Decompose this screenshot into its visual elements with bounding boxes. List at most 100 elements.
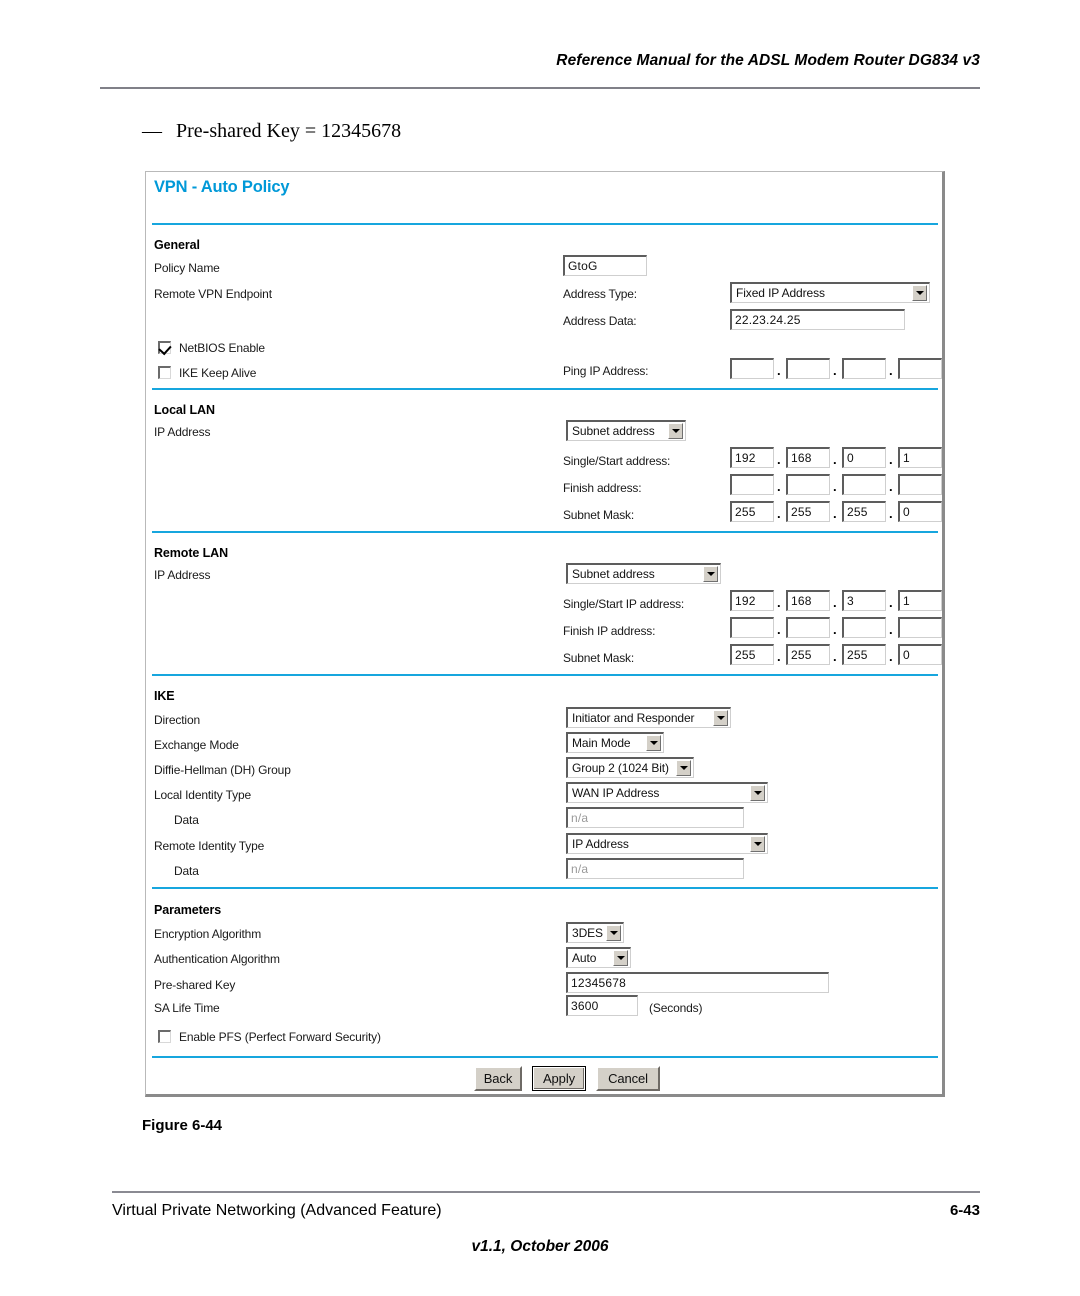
remote-lan-ip-mode-select[interactable]: Subnet address — [566, 563, 721, 584]
label-remote-finish-address: Finish IP address: — [563, 624, 656, 638]
local-lan-ip-mode-select[interactable]: Subnet address — [566, 420, 686, 441]
local-start-octet-2[interactable]: 168 — [786, 447, 830, 468]
octet-separator: . — [777, 506, 781, 521]
octet-separator: . — [833, 649, 837, 664]
preshared-key-input[interactable]: 12345678 — [566, 972, 829, 993]
section-heading-general: General — [154, 238, 200, 252]
local-finish-octet-2[interactable] — [786, 474, 830, 495]
authentication-algorithm-select[interactable]: Auto — [566, 947, 631, 968]
label-address-data: Address Data: — [563, 314, 637, 328]
policy-name-input[interactable]: GtoG — [563, 255, 647, 276]
exchange-mode-value: Main Mode — [572, 736, 631, 750]
remote-mask-octet-3[interactable]: 255 — [842, 644, 886, 665]
octet-separator: . — [833, 506, 837, 521]
label-netbios-enable: NetBIOS Enable — [179, 341, 265, 355]
remote-mask-octet-4[interactable]: 0 — [898, 644, 942, 665]
chevron-down-icon[interactable] — [646, 735, 661, 751]
apply-button[interactable]: Apply — [532, 1066, 586, 1091]
encryption-algorithm-select[interactable]: 3DES — [566, 922, 624, 943]
chevron-down-icon[interactable] — [912, 285, 927, 301]
remote-mask-octet-1[interactable]: 255 — [730, 644, 774, 665]
label-policy-name: Policy Name — [154, 261, 220, 275]
ping-ip-octet-2[interactable] — [786, 358, 830, 379]
cancel-button[interactable]: Cancel — [596, 1066, 660, 1091]
chevron-down-icon[interactable] — [668, 423, 683, 439]
divider-general — [152, 388, 938, 390]
figure-caption: Figure 6-44 — [142, 1117, 223, 1134]
local-mask-octet-2[interactable]: 255 — [786, 501, 830, 522]
netbios-enable-checkbox[interactable] — [158, 341, 171, 354]
local-finish-octet-1[interactable] — [730, 474, 774, 495]
chevron-down-icon[interactable] — [606, 925, 621, 941]
label-enable-pfs: Enable PFS (Perfect Forward Security) — [179, 1030, 381, 1044]
address-type-select[interactable]: Fixed IP Address — [730, 282, 930, 303]
back-button[interactable]: Back — [474, 1066, 522, 1091]
ping-ip-octet-4[interactable] — [898, 358, 942, 379]
octet-separator: . — [889, 506, 893, 521]
footer-page-number: 6-43 — [949, 1202, 980, 1219]
section-heading-local-lan: Local LAN — [154, 403, 215, 417]
ping-ip-octet-1[interactable] — [730, 358, 774, 379]
label-ping-ip-address: Ping IP Address: — [563, 364, 649, 378]
header-divider-rule — [100, 87, 980, 89]
local-finish-octet-4[interactable] — [898, 474, 942, 495]
remote-start-octet-3[interactable]: 3 — [842, 590, 886, 611]
chevron-down-icon[interactable] — [613, 950, 628, 966]
address-data-input[interactable]: 22.23.24.25 — [730, 309, 905, 330]
remote-finish-octet-2[interactable] — [786, 617, 830, 638]
divider-ike — [152, 887, 938, 889]
local-finish-octet-3[interactable] — [842, 474, 886, 495]
remote-start-octet-2[interactable]: 168 — [786, 590, 830, 611]
octet-separator: . — [833, 622, 837, 637]
local-mask-octet-1[interactable]: 255 — [730, 501, 774, 522]
section-heading-parameters: Parameters — [154, 903, 222, 917]
dh-group-select[interactable]: Group 2 (1024 Bit) — [566, 757, 694, 778]
label-direction: Direction — [154, 713, 200, 727]
local-start-octet-1[interactable]: 192 — [730, 447, 774, 468]
label-exchange-mode: Exchange Mode — [154, 738, 239, 752]
remote-finish-octet-3[interactable] — [842, 617, 886, 638]
bullet-text: Pre-shared Key = 12345678 — [176, 120, 402, 142]
remote-finish-octet-1[interactable] — [730, 617, 774, 638]
direction-select[interactable]: Initiator and Responder — [566, 707, 731, 728]
label-remote-start-address: Single/Start IP address: — [563, 597, 685, 611]
direction-value: Initiator and Responder — [572, 711, 695, 725]
ping-ip-octet-3[interactable] — [842, 358, 886, 379]
octet-separator: . — [889, 452, 893, 467]
sa-life-time-input[interactable]: 3600 — [566, 995, 638, 1016]
encryption-algorithm-value: 3DES — [572, 926, 603, 940]
octet-separator: . — [833, 363, 837, 378]
label-local-ip-address: IP Address — [154, 425, 211, 439]
label-remote-subnet-mask: Subnet Mask: — [563, 651, 634, 665]
bullet-item: — Pre-shared Key = 12345678 — [142, 120, 401, 143]
label-local-identity-type: Local Identity Type — [154, 788, 251, 802]
remote-start-octet-1[interactable]: 192 — [730, 590, 774, 611]
chevron-down-icon[interactable] — [713, 710, 728, 726]
local-mask-octet-4[interactable]: 0 — [898, 501, 942, 522]
remote-start-octet-4[interactable]: 1 — [898, 590, 942, 611]
label-remote-identity-data: Data — [174, 864, 199, 878]
local-lan-ip-mode-value: Subnet address — [572, 424, 655, 438]
enable-pfs-checkbox[interactable] — [158, 1030, 171, 1043]
remote-mask-octet-2[interactable]: 255 — [786, 644, 830, 665]
chevron-down-icon[interactable] — [703, 566, 718, 582]
octet-separator: . — [777, 622, 781, 637]
local-start-octet-3[interactable]: 0 — [842, 447, 886, 468]
label-local-start-address: Single/Start address: — [563, 454, 671, 468]
label-ike-keep-alive: IKE Keep Alive — [179, 366, 257, 380]
chevron-down-icon[interactable] — [750, 836, 765, 852]
remote-finish-octet-4[interactable] — [898, 617, 942, 638]
ike-keep-alive-checkbox[interactable] — [158, 366, 171, 379]
label-remote-vpn-endpoint: Remote VPN Endpoint — [154, 287, 272, 301]
local-identity-type-select[interactable]: WAN IP Address — [566, 782, 768, 803]
remote-identity-data-input[interactable]: n/a — [566, 858, 744, 879]
label-encryption-algorithm: Encryption Algorithm — [154, 927, 262, 941]
exchange-mode-select[interactable]: Main Mode — [566, 732, 664, 753]
local-start-octet-4[interactable]: 1 — [898, 447, 942, 468]
octet-separator: . — [833, 479, 837, 494]
chevron-down-icon[interactable] — [676, 760, 691, 776]
local-identity-data-input[interactable]: n/a — [566, 807, 744, 828]
local-mask-octet-3[interactable]: 255 — [842, 501, 886, 522]
chevron-down-icon[interactable] — [750, 785, 765, 801]
remote-identity-type-select[interactable]: IP Address — [566, 833, 768, 854]
